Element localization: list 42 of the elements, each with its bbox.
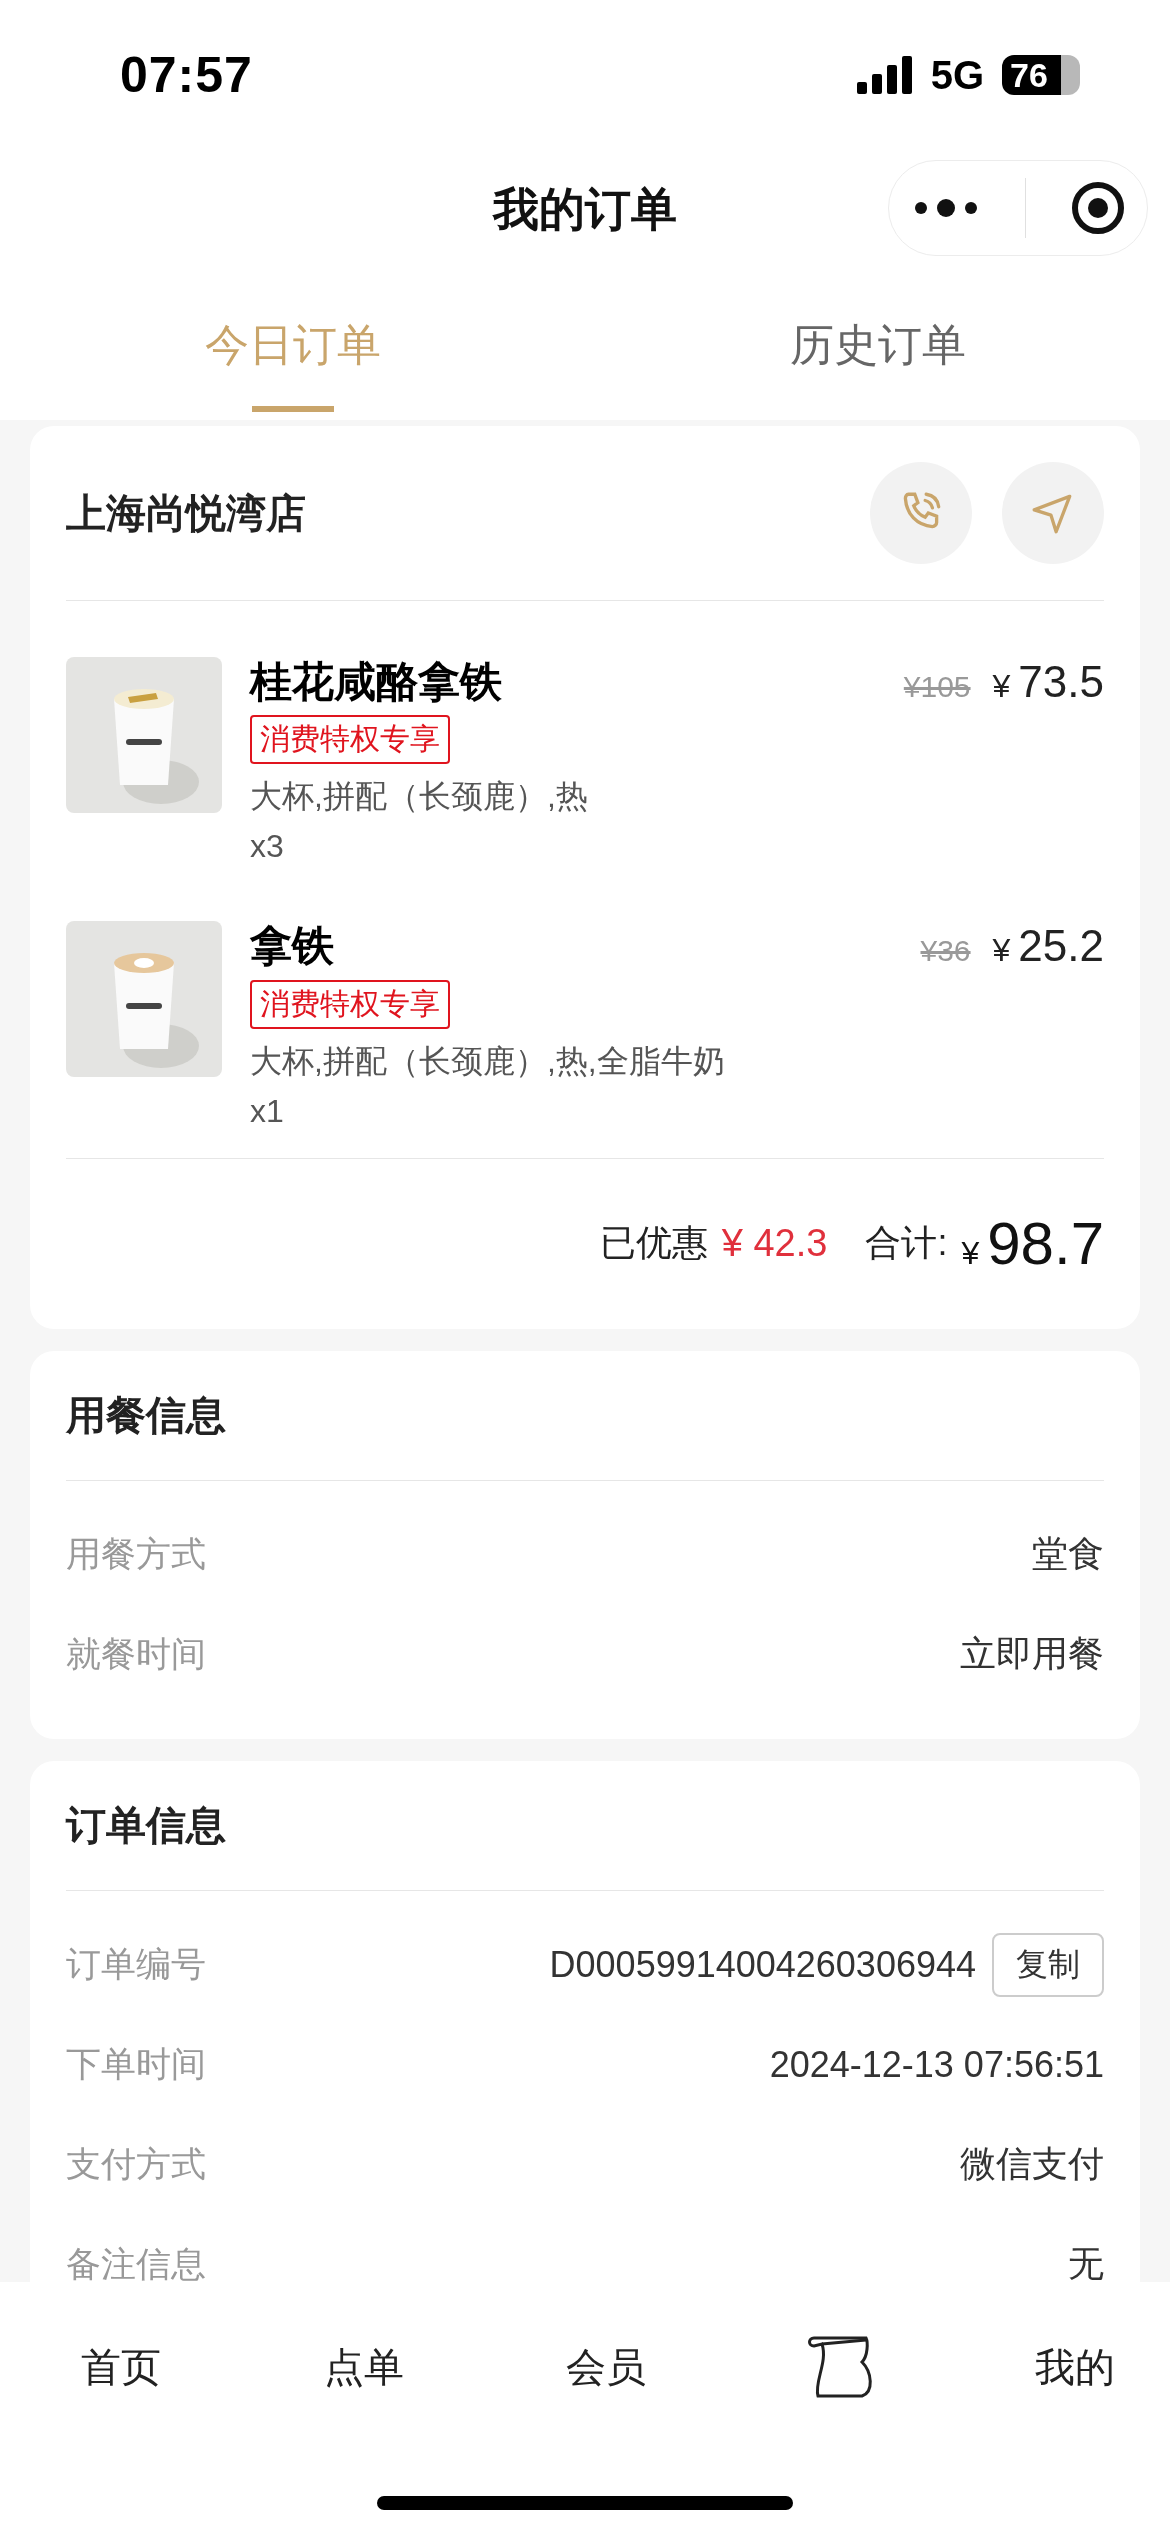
privilege-tag: 消费特权专享 (250, 979, 450, 1029)
original-price: ¥105 (903, 670, 971, 704)
info-label: 支付方式 (66, 2143, 206, 2186)
info-label: 备注信息 (66, 2243, 206, 2282)
battery-indicator: 76 (1002, 55, 1080, 95)
copy-button[interactable]: 复制 (992, 1932, 1104, 1997)
total-amount: ¥98.7 (961, 1209, 1104, 1279)
info-value: D00059914004260306944 (549, 1943, 976, 1986)
info-label: 用餐方式 (66, 1533, 206, 1576)
product-options: 大杯,拼配（长颈鹿）,热 (250, 772, 588, 821)
info-value: 无 (1068, 2242, 1104, 2282)
signal-icon (856, 56, 913, 94)
tab-bar-item[interactable]: 我的 (1030, 2339, 1120, 2395)
original-price: ¥36 (920, 934, 971, 969)
product-name: 拿铁 (250, 921, 334, 972)
info-label: 就餐时间 (66, 1633, 206, 1676)
product-options: 大杯,拼配（长颈鹿）,热,全脂牛奶 (250, 1036, 725, 1085)
network-label: 5G (930, 52, 984, 98)
privilege-tag: 消费特权专享 (250, 715, 450, 765)
tab-bar-item[interactable]: 首页 (76, 2339, 166, 2395)
info-label: 订单编号 (66, 1943, 206, 1986)
info-value: 立即用餐 (960, 1632, 1104, 1677)
info-label: 下单时间 (66, 2043, 206, 2086)
product-quantity: x3 (250, 828, 284, 866)
info-value: 微信支付 (960, 2142, 1104, 2187)
total-label: 合计: (865, 1221, 948, 1266)
discount-label: 已优惠 (599, 1221, 708, 1266)
section-title: 订单信息 (66, 1801, 226, 1849)
status-time: 07:57 (120, 46, 253, 104)
store-name: 上海尚悦湾店 (66, 489, 306, 537)
order-tab[interactable]: 历史订单 (585, 270, 1170, 420)
product-price: ¥ 73.5 (992, 657, 1104, 707)
info-value: 2024-12-13 07:56:51 (769, 2043, 1104, 2086)
info-value: 堂食 (1032, 1532, 1104, 1577)
page-title: 我的订单 (493, 182, 677, 237)
product-name: 桂花咸酪拿铁 (250, 657, 502, 707)
section-title: 用餐信息 (66, 1391, 226, 1439)
tab-bar-item[interactable]: 会员 (561, 2339, 651, 2395)
product-price: ¥ 25.2 (992, 921, 1104, 972)
tab-bar-item[interactable]: 点单 (318, 2339, 409, 2395)
product-quantity: x1 (250, 1092, 284, 1130)
discount-amount: ¥ 42.3 (721, 1222, 828, 1266)
